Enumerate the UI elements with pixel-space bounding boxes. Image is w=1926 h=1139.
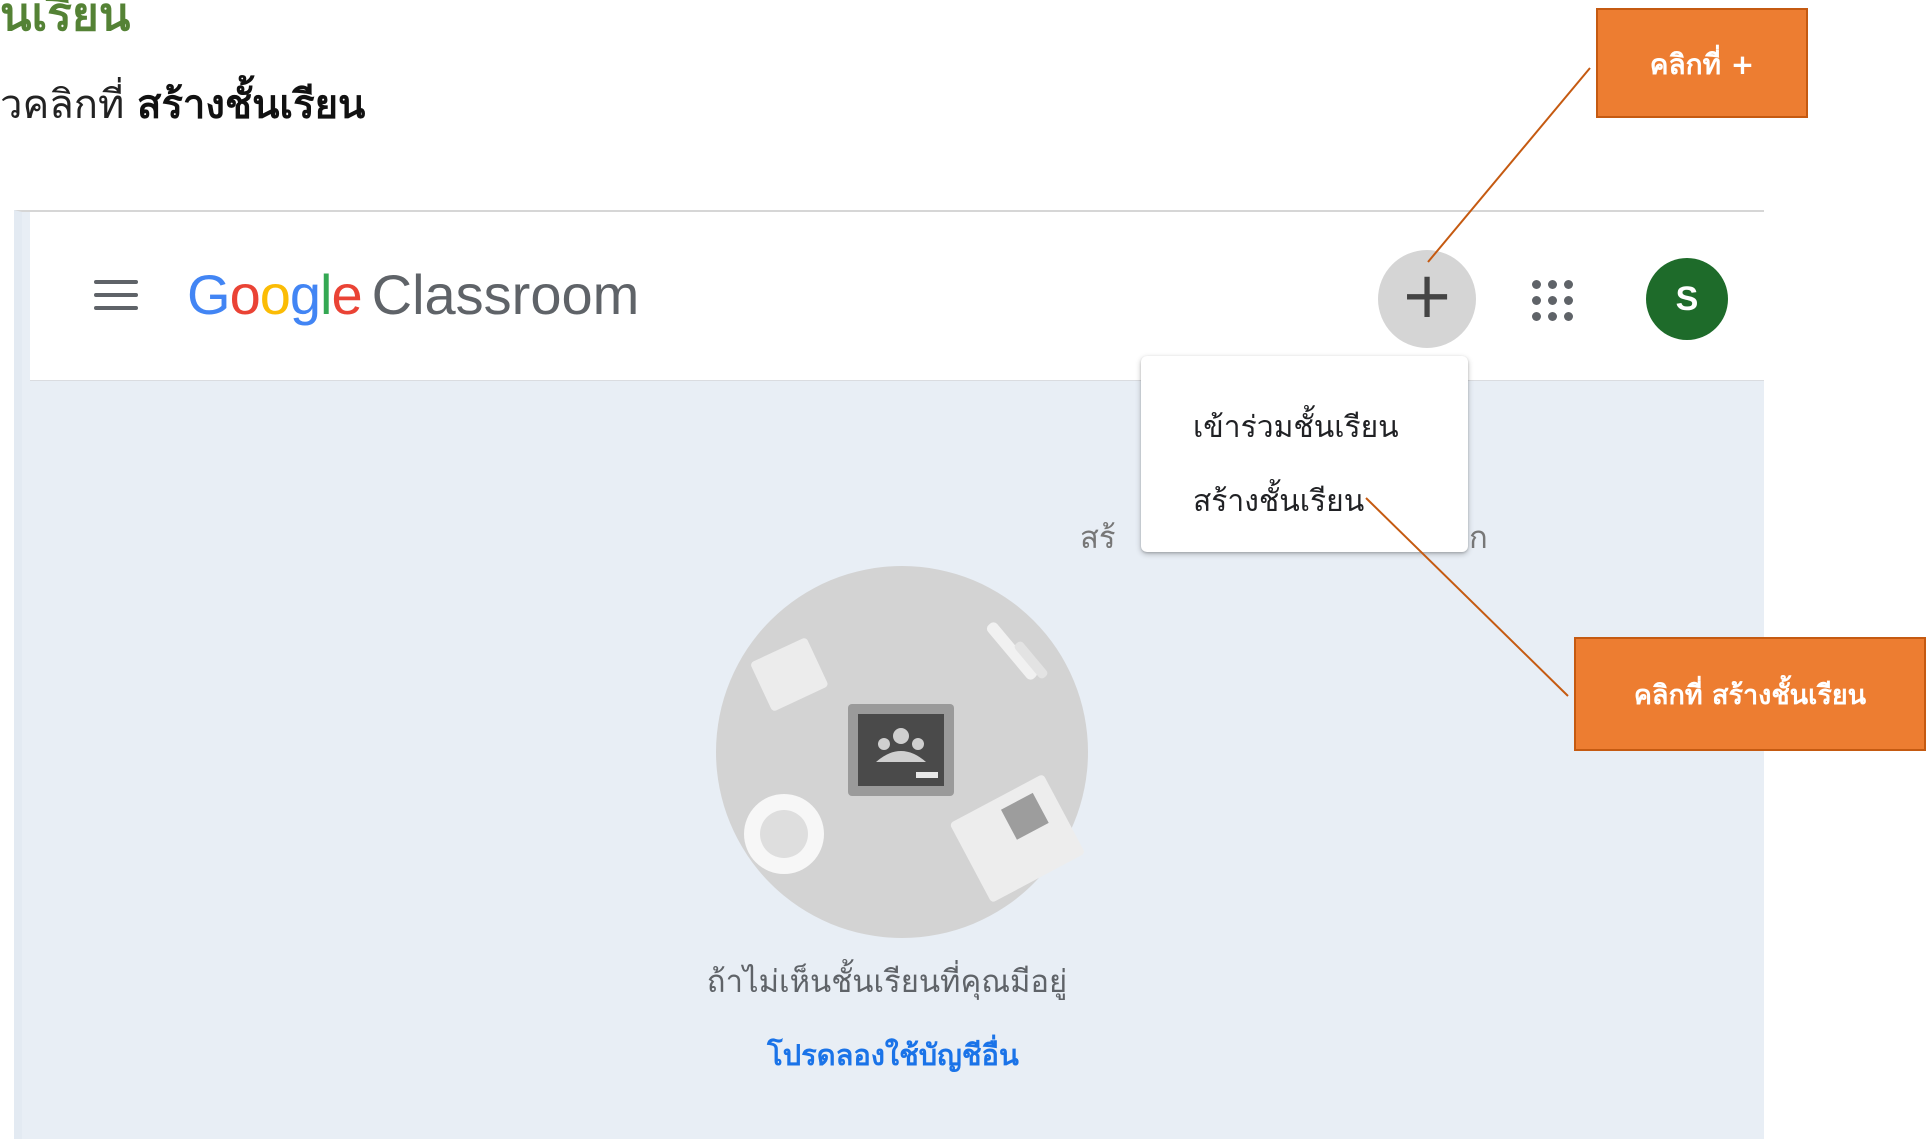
main-menu-icon[interactable] — [94, 278, 138, 312]
instruction-text: วคลิกที่ สร้างชั้นเรียน — [0, 72, 365, 136]
logo-letter: o — [229, 263, 261, 326]
instruction-prefix: วคลิกที่ — [0, 82, 138, 128]
empty-classroom-illustration — [716, 566, 1088, 938]
logo-letter: e — [331, 263, 362, 326]
plus-dropdown-menu: เข้าร่วมชั้นเรียน สร้างชั้นเรียน — [1141, 356, 1468, 552]
obscured-text-right: ก — [1469, 520, 1488, 556]
instruction-bold: สร้างชั้นเรียน — [137, 82, 366, 128]
account-avatar[interactable]: S — [1646, 258, 1728, 340]
menu-item-join-class[interactable]: เข้าร่วมชั้นเรียน — [1193, 404, 1399, 451]
obscured-text-left: สร้ — [1080, 520, 1116, 556]
logo-letter: g — [289, 263, 321, 326]
create-or-join-plus-button[interactable]: + — [1378, 250, 1476, 348]
try-another-account-link[interactable]: โปรดลองใช้บัญชีอื่น — [22, 1032, 1764, 1078]
menu-item-create-class[interactable]: สร้างชั้นเรียน — [1193, 478, 1364, 525]
logo-letter: l — [320, 263, 332, 326]
app-header: Google Classroom + S — [30, 212, 1764, 381]
google-apps-icon[interactable] — [1532, 280, 1574, 322]
logo-product-name: Classroom — [371, 263, 640, 326]
classroom-screenshot: Google Classroom + S สร้ ก ถ้าไม่เห็นชั้น… — [14, 210, 1764, 1139]
callout-click-plus: คลิกที่ + — [1596, 8, 1808, 118]
callout-click-create-class: คลิกที่ สร้างชั้นเรียน — [1574, 637, 1926, 751]
empty-classes-message: ถ้าไม่เห็นชั้นเรียนที่คุณมีอยู่ — [706, 964, 1068, 1000]
page-heading: นเรียน — [0, 0, 131, 41]
google-classroom-logo[interactable]: Google Classroom — [187, 262, 639, 327]
logo-letter: G — [187, 263, 231, 326]
logo-letter: o — [259, 263, 291, 326]
